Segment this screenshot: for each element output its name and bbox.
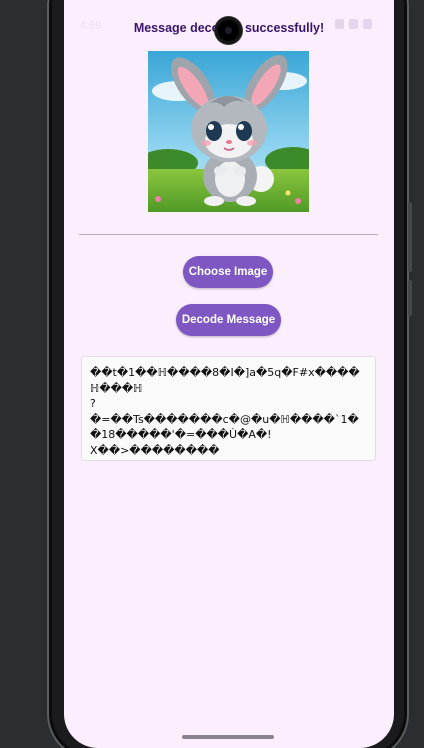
divider [79,234,378,235]
choose-image-button[interactable]: Choose Image [183,256,273,288]
volume-button [408,202,412,272]
front-camera [215,17,242,44]
selected-image [148,51,309,212]
decoded-message-text: ��t�1��ℍ����8�I�]a�5q�F#x����ℍ���ℍ ? �=�… [90,366,360,457]
app-screen: 4:59 Message decoded successfully! [64,0,394,748]
stage: 4:59 Message decoded successfully! [0,0,424,748]
decoded-message-box: ��t�1��ℍ����8�I�]a�5q�F#x����ℍ���ℍ ? �=�… [81,356,376,461]
home-gesture-bar[interactable] [182,735,274,739]
power-button [408,280,412,316]
decode-message-button[interactable]: Decode Message [176,304,281,336]
bunny-illustration [148,51,309,212]
